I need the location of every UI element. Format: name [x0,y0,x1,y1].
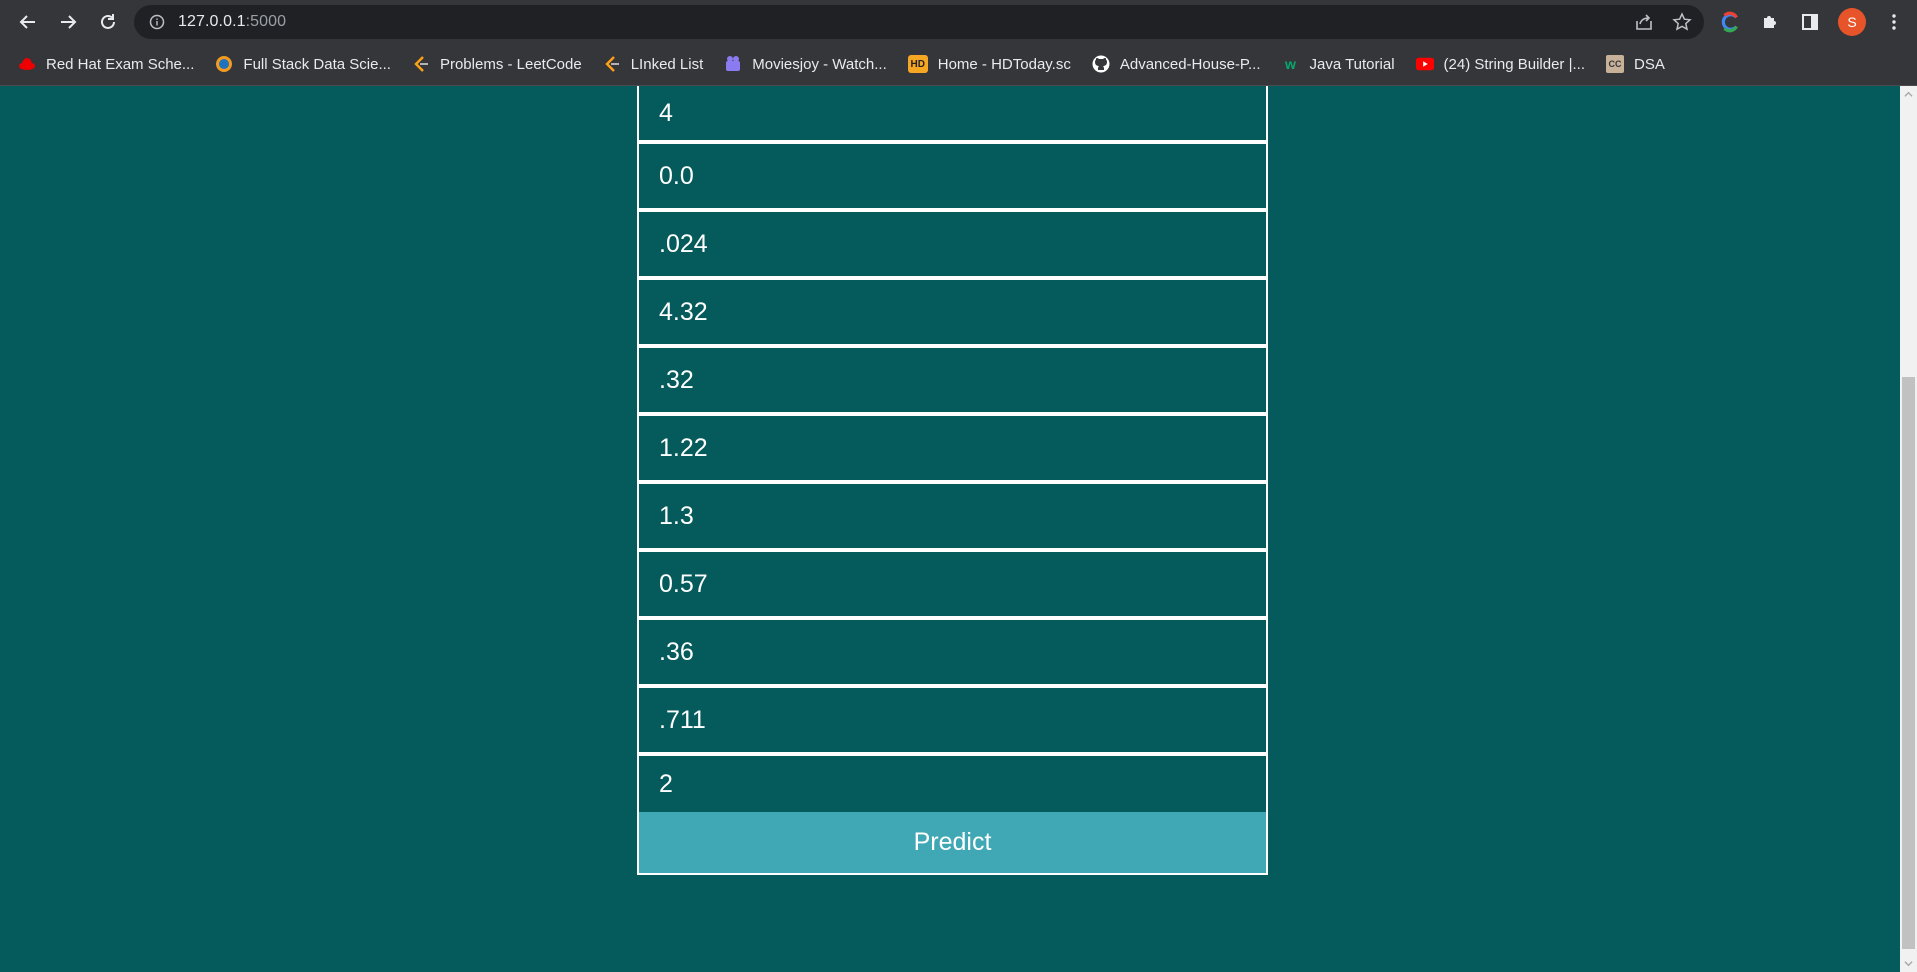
bookmarks-bar: Red Hat Exam Sche... Full Stack Data Sci… [0,43,1917,86]
github-icon [1092,55,1110,73]
extensions-puzzle-icon[interactable] [1758,10,1782,34]
input-field-5[interactable]: .32 [637,348,1268,414]
address-bar[interactable]: 127.0.0.1:5000 [134,5,1704,39]
input-field-1[interactable]: 4 [637,86,1268,142]
bookmark-label: DSA [1633,55,1665,73]
bookmark-label: Java Tutorial [1309,55,1395,73]
input-field-10[interactable]: .711 [637,688,1268,754]
input-field-9[interactable]: .36 [637,620,1268,686]
cc-icon: CC [1605,55,1624,73]
bookmark-label: LInked List [630,55,704,73]
youtube-icon [1415,55,1434,73]
bookmark-label: Red Hat Exam Sche... [46,55,195,73]
colorful-extension-icon[interactable] [1718,10,1742,34]
input-field-11[interactable]: 2 [639,756,1266,812]
page-scrollbar[interactable] [1900,86,1917,972]
w3-icon: w [1285,56,1296,72]
bookmark-advanced-house[interactable]: Advanced-House-P... [1092,55,1261,73]
bookmark-label: Problems - LeetCode [439,55,582,73]
input-field-6[interactable]: 1.22 [637,416,1268,482]
bookmark-string-builder[interactable]: (24) String Builder |... [1415,55,1585,73]
bookmark-leetcode[interactable]: Problems - LeetCode [412,55,582,73]
browser-toolbar: 127.0.0.1:5000 S [0,0,1917,43]
bookmark-hdtoday[interactable]: HD Home - HDToday.sc [907,55,1071,73]
leetcode-icon [603,55,621,73]
prediction-form: 4 0.0 .024 4.32 .32 1.22 1.3 0.57 .36 .7… [637,86,1268,875]
side-panel-icon[interactable] [1798,10,1822,34]
bookmark-full-stack[interactable]: Full Stack Data Scie... [215,55,391,73]
bookmark-linked-list[interactable]: LInked List [603,55,704,73]
bookmark-label: Advanced-House-P... [1119,55,1261,73]
redhat-icon [18,55,36,73]
profile-avatar[interactable]: S [1838,7,1866,36]
bookmark-label: Full Stack Data Scie... [243,55,391,73]
scroll-down-arrow-icon[interactable] [1900,955,1917,972]
forward-icon[interactable] [48,0,88,43]
bookmark-red-hat[interactable]: Red Hat Exam Sche... [18,55,194,73]
bookmark-label: Home - HDToday.sc [937,55,1071,73]
movie-icon [724,55,742,73]
bookmark-star-icon[interactable] [1672,12,1692,32]
leetcode-icon [412,55,430,73]
input-field-7[interactable]: 1.3 [637,484,1268,550]
scroll-up-arrow-icon[interactable] [1900,86,1917,103]
url-host: 127.0.0.1 [178,13,246,30]
share-icon[interactable] [1634,12,1654,32]
input-field-8[interactable]: 0.57 [637,552,1268,618]
reload-icon[interactable] [88,0,128,43]
back-icon[interactable] [8,0,48,43]
bookmark-label: Moviesjoy - Watch... [752,55,887,73]
scrollbar-thumb[interactable] [1902,377,1915,949]
url-port: :5000 [245,13,287,30]
input-field-4[interactable]: 4.32 [637,280,1268,346]
bookmark-label: (24) String Builder |... [1443,55,1585,73]
url-text: 127.0.0.1:5000 [178,13,286,31]
input-field-2[interactable]: 0.0 [637,144,1268,210]
menu-kebab-icon[interactable] [1882,10,1906,34]
hd-icon: HD [907,55,928,73]
site-info-icon[interactable] [149,14,165,30]
bookmark-java-tutorial[interactable]: w Java Tutorial [1281,55,1395,73]
input-field-3[interactable]: .024 [637,212,1268,278]
last-field-and-button: 2 Predict [637,756,1268,875]
globe-icon [215,55,233,73]
bookmark-dsa[interactable]: CC DSA [1605,55,1665,73]
predict-button[interactable]: Predict [639,812,1266,873]
bookmark-moviesjoy[interactable]: Moviesjoy - Watch... [724,55,887,73]
